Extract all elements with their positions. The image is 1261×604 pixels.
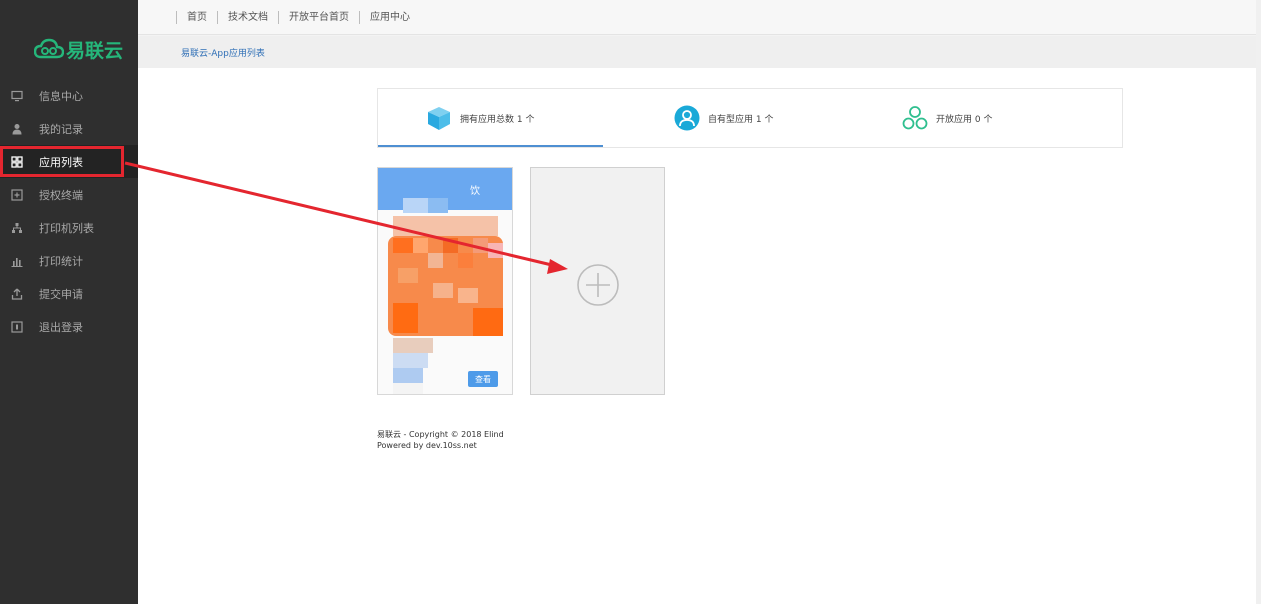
active-stat-underline — [378, 145, 603, 147]
top-nav-docs[interactable]: 技术文档 — [217, 10, 278, 24]
user-icon — [10, 122, 24, 136]
sidebar-item-print-stats[interactable]: 打印统计 — [0, 244, 138, 277]
sidebar-item-label: 打印统计 — [39, 254, 83, 268]
sidebar-item-logout[interactable]: 退出登录 — [0, 310, 138, 343]
logo-text: 易联云 — [66, 39, 124, 62]
sidebar-item-label: 应用列表 — [39, 155, 83, 169]
sidebar-item-label: 信息中心 — [39, 89, 83, 103]
logo[interactable]: 易联云 — [34, 36, 123, 62]
sidebar-item-submit-application[interactable]: 提交申请 — [0, 277, 138, 310]
grid-icon — [10, 155, 24, 169]
page-scrollbar[interactable] — [1256, 0, 1261, 604]
stats-panel: 拥有应用总数 1 个 自有型应用 1 个 开放应用 0 个 — [377, 88, 1123, 148]
user-circle-icon — [674, 105, 700, 131]
sidebar-item-authorized-terminal[interactable]: 授权终端 — [0, 178, 138, 211]
bar-chart-icon — [10, 254, 24, 268]
stat-total-apps[interactable]: 拥有应用总数 1 个 — [426, 89, 534, 147]
stat-own-apps[interactable]: 自有型应用 1 个 — [674, 89, 773, 147]
sidebar-nav: 信息中心 我的记录 应用列表 授权终端 打印机列表 打印统计 提交申请 退出登录 — [0, 79, 138, 343]
sidebar-item-label: 打印机列表 — [39, 221, 94, 235]
sidebar-item-label: 退出登录 — [39, 320, 83, 334]
stat-open-apps[interactable]: 开放应用 0 个 — [902, 89, 992, 147]
footer-powered-by: Powered by dev.10ss.net — [377, 441, 477, 450]
sidebar-item-info-center[interactable]: 信息中心 — [0, 79, 138, 112]
network-icon — [10, 221, 24, 235]
app-card-title: 饮 — [470, 185, 480, 197]
cloud-logo-icon — [34, 38, 64, 59]
sidebar-item-printer-list[interactable]: 打印机列表 — [0, 211, 138, 244]
sidebar-item-my-records[interactable]: 我的记录 — [0, 112, 138, 145]
upload-icon — [10, 287, 24, 301]
top-nav-home[interactable]: 首页 — [176, 10, 217, 24]
footer: 易联云 - Copyright © 2018 Elind Powered by … — [377, 429, 504, 451]
add-app-card[interactable] — [530, 167, 665, 395]
cube-icon — [428, 107, 450, 130]
add-circle-icon — [577, 264, 619, 306]
top-nav: 首页 技术文档 开放平台首页 应用中心 — [138, 0, 1256, 35]
sidebar-item-app-list[interactable]: 应用列表 — [0, 145, 138, 178]
stat-total-apps-label: 拥有应用总数 1 个 — [460, 114, 535, 125]
footer-copyright: 易联云 - Copyright © 2018 Elind — [377, 430, 504, 439]
main-content: 拥有应用总数 1 个 自有型应用 1 个 开放应用 0 个 饮 查看 易联云 -… — [138, 68, 1256, 604]
sidebar-item-label: 我的记录 — [39, 122, 83, 136]
top-nav-platform-home[interactable]: 开放平台首页 — [278, 10, 359, 24]
view-button[interactable]: 查看 — [468, 371, 498, 387]
monitor-icon — [10, 89, 24, 103]
app-card[interactable]: 饮 查看 — [377, 167, 513, 395]
breadcrumb: 易联云-App应用列表 — [138, 36, 1256, 68]
terminal-plus-icon — [10, 188, 24, 202]
stat-open-apps-label: 开放应用 0 个 — [936, 114, 993, 125]
exit-icon — [10, 320, 24, 334]
sidebar-item-label: 授权终端 — [39, 188, 83, 202]
breadcrumb-text[interactable]: 易联云-App应用列表 — [181, 46, 265, 59]
top-nav-app-center[interactable]: 应用中心 — [359, 10, 420, 24]
share-nodes-icon — [902, 106, 928, 130]
sidebar-item-label: 提交申请 — [39, 287, 83, 301]
stat-own-apps-label: 自有型应用 1 个 — [708, 114, 774, 125]
sidebar: 易联云 信息中心 我的记录 应用列表 授权终端 打印机列表 打印统计 提交申请 … — [0, 0, 138, 604]
app-image-pixelated — [388, 198, 503, 394]
